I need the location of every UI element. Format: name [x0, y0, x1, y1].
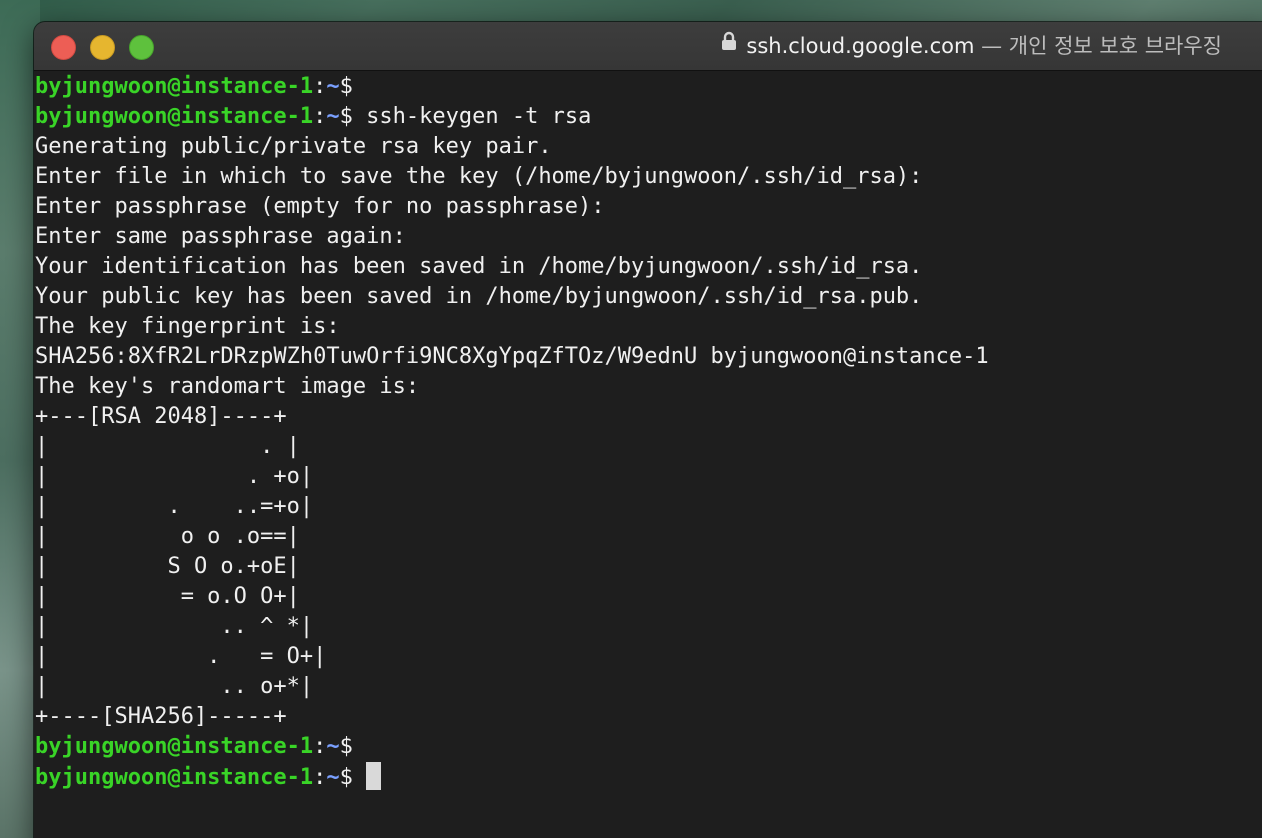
prompt-user-host: byjungwoon@instance-1 [35, 765, 314, 790]
output-line: Enter same passphrase again: [35, 224, 406, 249]
prompt-user-host: byjungwoon@instance-1 [35, 734, 314, 759]
window-title-suffix: — 개인 정보 보호 브라우징 [974, 34, 1222, 58]
command-text [353, 765, 366, 790]
output-line: | . +o| [35, 464, 314, 489]
prompt-line: byjungwoon@instance-1:~$ [35, 732, 1255, 762]
window-title-host: ssh.cloud.google.com [746, 34, 975, 58]
output-line: The key fingerprint is: [35, 314, 340, 339]
output-line: Enter file in which to save the key (/ho… [35, 164, 923, 189]
output-line: | = o.O O+| [35, 584, 300, 609]
prompt-colon: : [313, 734, 327, 759]
prompt-path: ~ [326, 104, 340, 129]
prompt-path: ~ [326, 734, 340, 759]
prompt-colon: : [313, 104, 327, 129]
output-line: | . = O+| [35, 644, 327, 669]
output-line: | o o .o==| [35, 524, 300, 549]
output-line: Your identification has been saved in /h… [35, 254, 923, 279]
output-line: The key's randomart image is: [35, 374, 420, 399]
prompt-user-host: byjungwoon@instance-1 [35, 74, 314, 99]
text-cursor[interactable] [366, 762, 382, 790]
prompt-user-host: byjungwoon@instance-1 [35, 104, 314, 129]
minimize-window-button[interactable] [90, 35, 115, 60]
prompt-line: byjungwoon@instance-1:~$ ssh-keygen -t r… [35, 102, 1255, 132]
title-bar[interactable]: ssh.cloud.google.com — 개인 정보 보호 브라우징 [34, 22, 1262, 71]
terminal-output[interactable]: byjungwoon@instance-1:~$ byjungwoon@insta… [35, 72, 1255, 792]
output-line: Your public key has been saved in /home/… [35, 284, 923, 309]
output-line: | .. ^ *| [35, 614, 314, 639]
prompt-symbol: $ [339, 104, 353, 129]
terminal-window: ssh.cloud.google.com — 개인 정보 보호 브라우징 byj… [34, 22, 1262, 838]
output-line: Generating public/private rsa key pair. [35, 134, 552, 159]
prompt-path: ~ [326, 765, 340, 790]
lock-icon [721, 22, 737, 68]
prompt-line: byjungwoon@instance-1:~$ [35, 762, 1255, 792]
output-line: | . | [35, 434, 300, 459]
prompt-symbol: $ [339, 734, 353, 759]
prompt-line: byjungwoon@instance-1:~$ [35, 72, 1255, 102]
prompt-colon: : [313, 74, 327, 99]
output-line: | . ..=+o| [35, 494, 314, 519]
prompt-symbol: $ [339, 74, 353, 99]
output-line: SHA256:8XfR2LrDRzpWZh0TuwOrfi9NC8XgYpqZf… [35, 344, 989, 369]
prompt-colon: : [313, 765, 327, 790]
close-window-button[interactable] [51, 35, 76, 60]
prompt-path: ~ [326, 74, 340, 99]
output-line: +---[RSA 2048]----+ [35, 404, 287, 429]
prompt-symbol: $ [339, 765, 353, 790]
output-line: +----[SHA256]-----+ [35, 704, 287, 729]
output-line: | S O o.+oE| [35, 554, 300, 579]
output-line: Enter passphrase (empty for no passphras… [35, 194, 605, 219]
maximize-window-button[interactable] [129, 35, 154, 60]
window-title: ssh.cloud.google.com — 개인 정보 보호 브라우징 [721, 22, 1222, 70]
output-line: | .. o+*| [35, 674, 314, 699]
command-text: ssh-keygen -t rsa [352, 104, 592, 129]
